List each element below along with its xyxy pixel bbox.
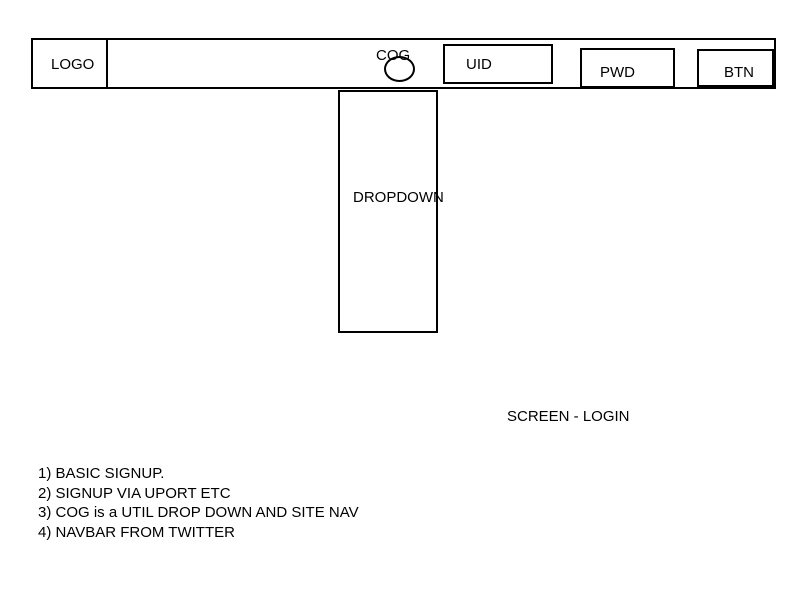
screen-title: SCREEN - LOGIN [507, 408, 630, 425]
uid-label: UID [466, 56, 492, 73]
note-item: 2) SIGNUP VIA UPORT ETC [38, 484, 231, 502]
notes-list: 1) BASIC SIGNUP. 2) SIGNUP VIA UPORT ETC… [38, 464, 359, 542]
pwd-label: PWD [600, 64, 635, 81]
cog-label: COG [376, 47, 411, 64]
note-item: 3) COG is a UTIL DROP DOWN AND SITE NAV [38, 504, 359, 521]
dropdown-label: DROPDOWN [353, 189, 444, 206]
logo-label: LOGO [51, 56, 95, 73]
note-item: 4) NAVBAR FROM TWITTER [38, 523, 235, 541]
uid-input-box[interactable] [443, 44, 553, 84]
btn-label: BTN [724, 64, 754, 81]
note-item: 1) BASIC SIGNUP. [38, 465, 165, 482]
dropdown-panel [338, 90, 438, 333]
